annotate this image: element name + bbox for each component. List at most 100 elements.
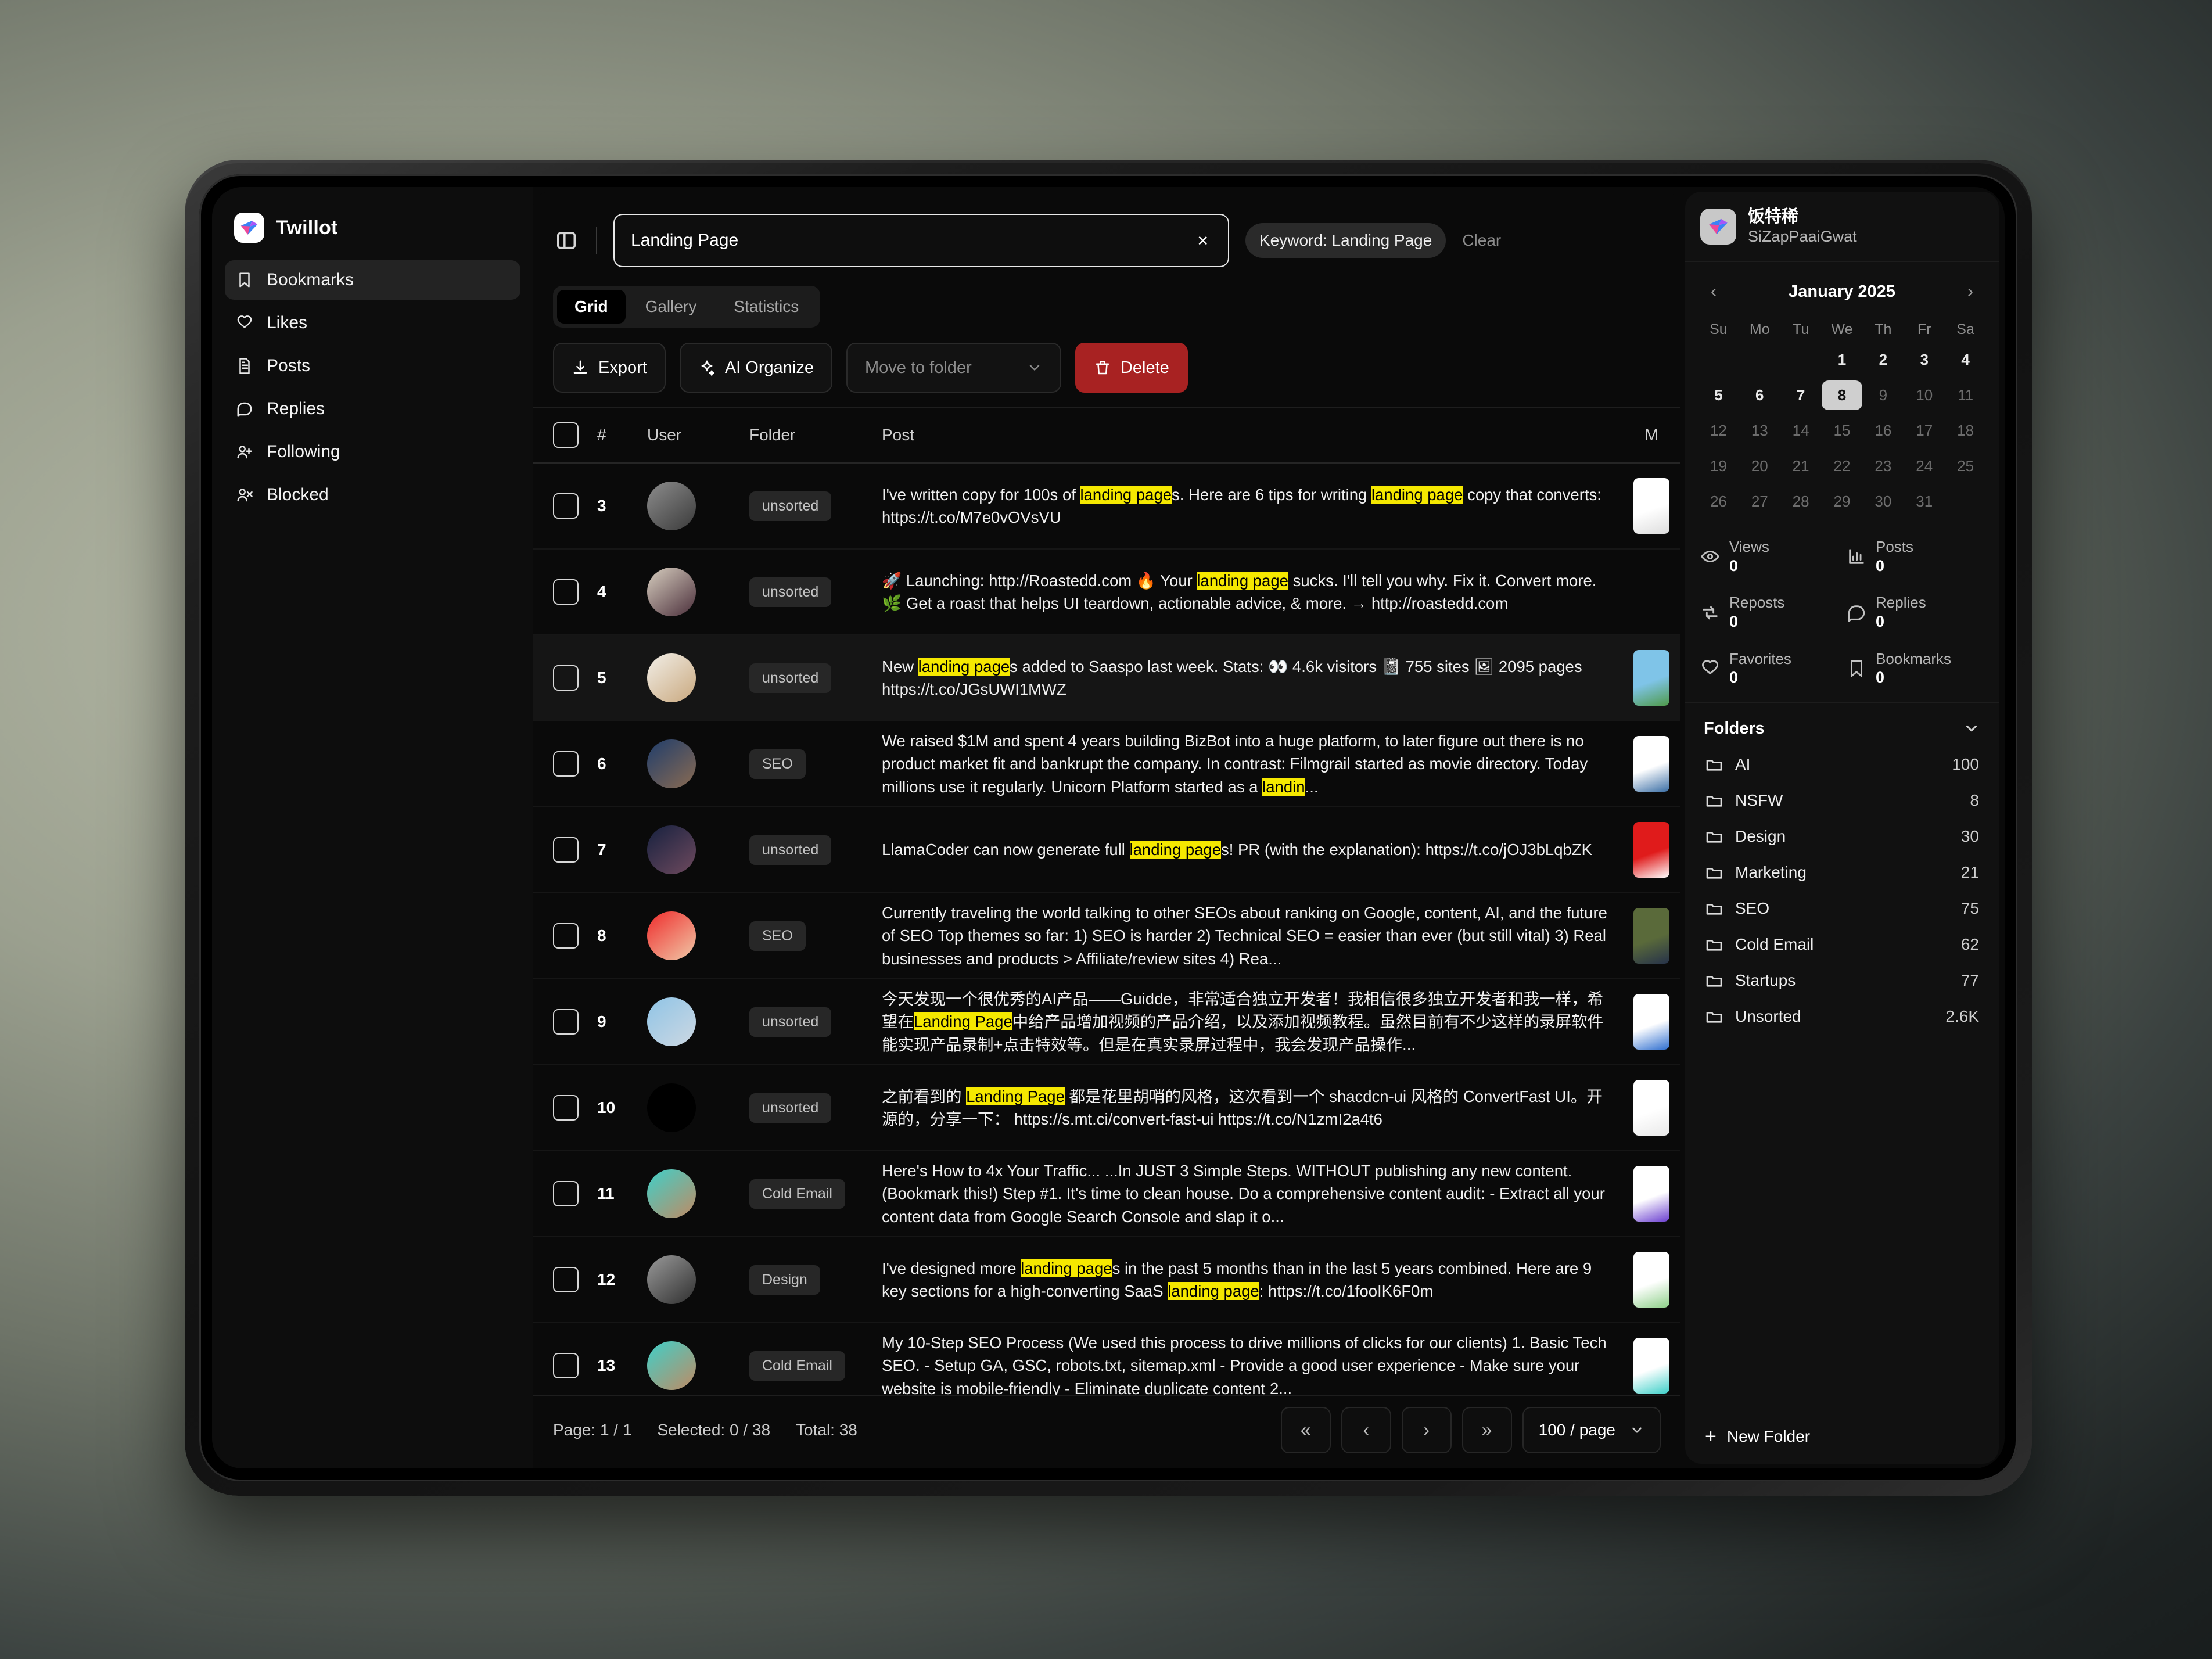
row-checkbox[interactable] <box>553 1009 579 1035</box>
calendar-day[interactable]: 19 <box>1698 451 1739 481</box>
sidebar-toggle-icon[interactable] <box>553 227 580 254</box>
folder-badge[interactable]: SEO <box>749 921 806 951</box>
sidebar-item-following[interactable]: Following <box>225 432 520 472</box>
column-header-post[interactable]: Post <box>882 426 1622 444</box>
row-checkbox[interactable] <box>553 751 579 777</box>
next-page-button[interactable]: › <box>1401 1406 1452 1453</box>
select-all-checkbox[interactable] <box>553 422 579 448</box>
folder-badge[interactable]: unsorted <box>749 663 832 693</box>
calendar-day[interactable]: 23 <box>1862 451 1904 481</box>
post-thumbnail[interactable] <box>1633 1080 1669 1136</box>
folder-item-ai[interactable]: AI 100 <box>1699 746 1985 782</box>
table-row[interactable]: 12 Design I've designed more landing pages… <box>533 1237 1680 1323</box>
calendar-day[interactable]: 4 <box>1945 345 1986 375</box>
first-page-button[interactable]: « <box>1280 1406 1331 1453</box>
column-header-index[interactable]: # <box>597 426 647 444</box>
avatar[interactable] <box>647 739 696 788</box>
avatar[interactable] <box>647 568 696 616</box>
calendar-day[interactable]: 25 <box>1945 451 1986 481</box>
calendar-day[interactable]: 10 <box>1904 380 1945 410</box>
table-row[interactable]: 3 unsorted I've written copy for 100s of l… <box>533 464 1680 550</box>
folder-badge[interactable]: Cold Email <box>749 1179 845 1209</box>
avatar[interactable] <box>647 825 696 874</box>
calendar-day[interactable]: 26 <box>1698 487 1739 516</box>
post-thumbnail[interactable] <box>1633 994 1669 1050</box>
calendar-day[interactable]: 17 <box>1904 416 1945 446</box>
folder-item-marketing[interactable]: Marketing 21 <box>1699 854 1985 890</box>
folder-badge[interactable]: unsorted <box>749 491 832 521</box>
move-to-folder-select[interactable]: Move to folder <box>846 343 1061 393</box>
keyword-filter-chip[interactable]: Keyword: Landing Page <box>1245 223 1446 258</box>
sidebar-item-blocked[interactable]: Blocked <box>225 475 520 515</box>
search-input[interactable] <box>631 231 1194 250</box>
folder-item-design[interactable]: Design 30 <box>1699 818 1985 854</box>
last-page-button[interactable]: » <box>1462 1406 1512 1453</box>
post-thumbnail[interactable] <box>1633 908 1669 964</box>
post-thumbnail[interactable] <box>1633 650 1669 706</box>
sidebar-item-likes[interactable]: Likes <box>225 303 520 343</box>
calendar-day[interactable]: 24 <box>1904 451 1945 481</box>
calendar-day[interactable]: 27 <box>1739 487 1780 516</box>
folder-badge[interactable]: unsorted <box>749 577 832 607</box>
calendar-day[interactable]: 16 <box>1862 416 1904 446</box>
calendar-next-button[interactable]: › <box>1955 276 1986 307</box>
row-checkbox[interactable] <box>553 665 579 691</box>
post-thumbnail[interactable] <box>1633 1338 1669 1394</box>
user-profile[interactable]: 饭特稀 SiZapPaaiGwat <box>1685 192 1999 263</box>
table-row[interactable]: 7 unsorted LlamaCoder can now generate ful… <box>533 807 1680 893</box>
prev-page-button[interactable]: ‹ <box>1341 1406 1391 1453</box>
row-checkbox[interactable] <box>553 923 579 949</box>
sidebar-item-replies[interactable]: Replies <box>225 389 520 429</box>
export-button[interactable]: Export <box>553 343 666 393</box>
calendar-day[interactable]: 12 <box>1698 416 1739 446</box>
post-thumbnail[interactable] <box>1633 736 1669 792</box>
search-box[interactable]: × <box>613 214 1229 267</box>
table-row[interactable]: 13 Cold Email My 10-Step SEO Process (We u… <box>533 1323 1680 1395</box>
avatar[interactable] <box>647 482 696 530</box>
folder-item-seo[interactable]: SEO 75 <box>1699 890 1985 927</box>
table-row[interactable]: 4 unsorted 🚀 Launching: http://Roastedd.co… <box>533 550 1680 635</box>
calendar-day[interactable]: 5 <box>1698 380 1739 410</box>
avatar[interactable] <box>647 997 696 1046</box>
sidebar-item-bookmarks[interactable]: Bookmarks <box>225 260 520 300</box>
folders-header[interactable]: Folders <box>1699 713 1985 746</box>
table-row[interactable]: 8 SEO Currently traveling the world talkin… <box>533 893 1680 979</box>
avatar[interactable] <box>647 911 696 960</box>
tab-grid[interactable]: Grid <box>557 290 626 324</box>
folder-badge[interactable]: unsorted <box>749 1007 832 1037</box>
avatar[interactable] <box>647 1341 696 1390</box>
folder-badge[interactable]: Design <box>749 1265 820 1295</box>
folder-item-unsorted[interactable]: Unsorted 2.6K <box>1699 999 1985 1035</box>
calendar-day[interactable]: 11 <box>1945 380 1986 410</box>
table-row[interactable]: 5 unsorted New landing pages added to Saas… <box>533 635 1680 721</box>
post-thumbnail[interactable] <box>1633 478 1669 534</box>
calendar-day[interactable]: 30 <box>1862 487 1904 516</box>
sidebar-item-posts[interactable]: Posts <box>225 346 520 386</box>
folder-item-startups[interactable]: Startups 77 <box>1699 963 1985 999</box>
new-folder-button[interactable]: + New Folder <box>1685 1412 1999 1464</box>
post-thumbnail[interactable] <box>1633 1166 1669 1222</box>
calendar-day[interactable]: 7 <box>1780 380 1822 410</box>
avatar[interactable] <box>647 653 696 702</box>
clear-filters-button[interactable]: Clear <box>1462 231 1501 250</box>
calendar-day[interactable]: 14 <box>1780 416 1822 446</box>
post-thumbnail[interactable] <box>1633 1252 1669 1308</box>
calendar-day[interactable]: 29 <box>1822 487 1863 516</box>
calendar-day[interactable]: 15 <box>1822 416 1863 446</box>
row-checkbox[interactable] <box>553 493 579 519</box>
table-row[interactable]: 9 unsorted 今天发现一个很优秀的AI产品——Guidde，非常适合独立开发… <box>533 979 1680 1065</box>
folder-badge[interactable]: SEO <box>749 749 806 779</box>
calendar-day[interactable]: 18 <box>1945 416 1986 446</box>
table-row[interactable]: 10 unsorted 之前看到的 Landing Page 都是花里胡哨的风格，这… <box>533 1065 1680 1151</box>
folder-badge[interactable]: unsorted <box>749 1093 832 1123</box>
tab-gallery[interactable]: Gallery <box>628 290 714 324</box>
post-thumbnail[interactable] <box>1633 822 1669 878</box>
calendar-day[interactable]: 22 <box>1822 451 1863 481</box>
table-row[interactable]: 6 SEO We raised $1M and spent 4 years buil… <box>533 721 1680 807</box>
avatar[interactable] <box>647 1083 696 1132</box>
column-header-media[interactable]: M <box>1622 426 1680 444</box>
row-checkbox[interactable] <box>553 579 579 605</box>
calendar-day[interactable]: 28 <box>1780 487 1822 516</box>
row-checkbox[interactable] <box>553 837 579 863</box>
folder-badge[interactable]: Cold Email <box>749 1351 845 1381</box>
